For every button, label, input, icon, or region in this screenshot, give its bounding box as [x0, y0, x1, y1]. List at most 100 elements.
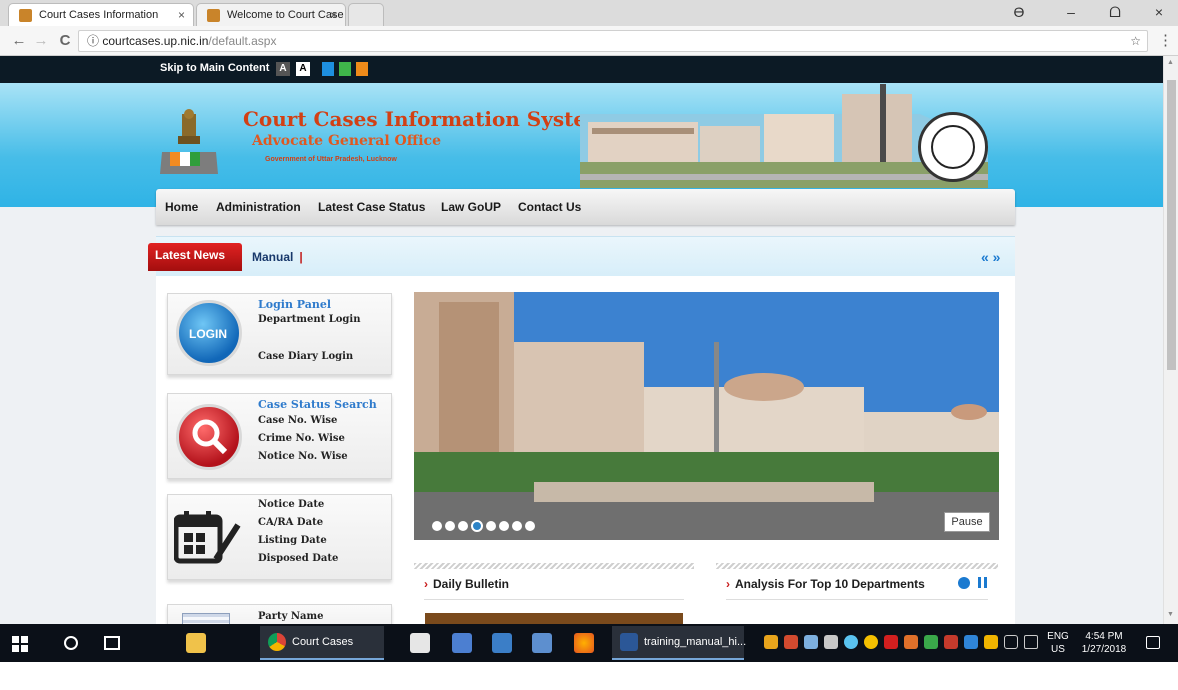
case-diary-login-link[interactable]: Case Diary Login [258, 351, 353, 362]
system-clock[interactable]: 4:54 PM 1/27/2018 [1076, 630, 1132, 656]
slide-dot[interactable] [445, 520, 455, 531]
skip-to-main-content-link[interactable]: Skip to Main Content [160, 62, 269, 74]
slide-dot-active[interactable] [471, 519, 483, 532]
nav-law-goup[interactable]: Law GoUP [441, 200, 501, 214]
notepad-icon[interactable] [410, 633, 430, 653]
tray-app-icon[interactable] [964, 635, 978, 649]
tray-app-icon[interactable] [804, 635, 818, 649]
play-icon[interactable] [958, 577, 970, 589]
slide-dot[interactable] [458, 520, 468, 531]
tab-welcome-court-case[interactable]: Welcome to Court Case × [196, 3, 346, 26]
font-size-a-contrast-button[interactable]: A [296, 62, 310, 76]
tray-app-icon[interactable] [764, 635, 778, 649]
theme-orange-swatch[interactable] [356, 62, 368, 76]
case-status-search-card: Case Status Search Case No. Wise Crime N… [167, 393, 392, 479]
calendar-icon[interactable] [174, 509, 244, 569]
tray-app-icon[interactable] [884, 635, 898, 649]
browser-menu-icon[interactable]: ⋮ [1158, 31, 1173, 49]
slide-dot[interactable] [499, 520, 509, 531]
font-size-a-button[interactable]: A [276, 62, 290, 76]
slide-dot[interactable] [432, 520, 442, 531]
bulletin-image [425, 613, 683, 624]
app-icon[interactable] [532, 633, 552, 653]
theme-green-swatch[interactable] [339, 62, 351, 76]
back-button[interactable]: ← [10, 31, 28, 51]
tray-app-icon[interactable] [984, 635, 998, 649]
document-icon[interactable] [182, 613, 230, 624]
tab-court-cases-information[interactable]: Court Cases Information × [8, 3, 194, 26]
reload-button[interactable]: C [56, 31, 74, 51]
taskbar-chrome-task[interactable]: Court Cases Inform... [260, 626, 384, 680]
daily-bulletin-label: Daily Bulletin [433, 577, 510, 591]
tray-app-icon[interactable] [864, 635, 878, 649]
language-indicator[interactable]: ENG US [1044, 630, 1072, 656]
login-icon-label: LOGIN [189, 327, 227, 341]
notice-no-wise-link[interactable]: Notice No. Wise [258, 451, 348, 462]
party-name-link[interactable]: Party Name [258, 611, 323, 622]
tab-label: Welcome to Court Case [227, 9, 344, 21]
scroll-up-icon[interactable]: ▲ [1167, 59, 1174, 66]
task-view-icon[interactable] [104, 636, 120, 650]
windows-taskbar: Court Cases Inform... training_manual_hi… [0, 624, 1178, 680]
network-app-icon[interactable] [452, 633, 472, 653]
scroll-thumb[interactable] [1167, 80, 1176, 370]
date-search-card: Notice Date CA/RA Date Listing Date Disp… [167, 494, 392, 580]
new-tab-button[interactable] [348, 3, 384, 26]
case-no-wise-link[interactable]: Case No. Wise [258, 415, 337, 426]
scroll-down-icon[interactable]: ▼ [1167, 611, 1174, 618]
maximize-button[interactable]: ᗝ [1098, 0, 1132, 26]
volume-icon[interactable] [1024, 635, 1038, 649]
magnifier-icon[interactable] [176, 404, 242, 470]
profile-icon[interactable]: ϴ [1002, 0, 1036, 26]
close-tab-icon[interactable]: × [330, 4, 337, 26]
news-manual-link[interactable]: Manual [252, 250, 293, 264]
windows-start-icon[interactable] [12, 636, 28, 652]
taskbar-word-task[interactable]: training_manual_hi... [612, 626, 746, 660]
nav-latest-case-status[interactable]: Latest Case Status [318, 200, 425, 214]
forward-button[interactable]: → [32, 31, 50, 51]
slide-dot[interactable] [512, 520, 522, 531]
crime-no-wise-link[interactable]: Crime No. Wise [258, 433, 345, 444]
nav-administration[interactable]: Administration [216, 200, 301, 214]
national-emblem-icon [160, 109, 218, 174]
party-search-card: Party Name [167, 604, 392, 624]
app-icon[interactable] [492, 633, 512, 653]
disposed-date-link[interactable]: Disposed Date [258, 553, 338, 564]
news-scroll-controls[interactable]: « » [981, 249, 1000, 265]
site-info-icon[interactable]: ⓘ [87, 34, 99, 48]
tray-app-icon[interactable] [904, 635, 918, 649]
nav-contact-us[interactable]: Contact Us [518, 200, 581, 214]
login-icon[interactable]: LOGIN [176, 300, 242, 366]
slide-dot[interactable] [525, 520, 535, 531]
search-icon[interactable] [64, 636, 78, 650]
listing-date-link[interactable]: Listing Date [258, 535, 327, 546]
network-icon[interactable] [1004, 635, 1018, 649]
ca-ra-date-link[interactable]: CA/RA Date [258, 517, 323, 528]
pause-icon-bar [984, 577, 987, 588]
file-explorer-icon[interactable] [186, 633, 206, 653]
slide-dot[interactable] [486, 520, 496, 531]
action-center-icon[interactable] [1146, 636, 1160, 649]
notice-date-link[interactable]: Notice Date [258, 499, 324, 510]
close-window-button[interactable]: × [1142, 0, 1176, 26]
tray-app-icon[interactable] [824, 635, 838, 649]
department-login-link[interactable]: Department Login [258, 314, 360, 325]
login-panel-title: Login Panel [258, 298, 332, 311]
news-ticker: Manual | [252, 250, 303, 264]
minimize-button[interactable]: – [1054, 0, 1088, 26]
language-code: ENG [1047, 631, 1069, 642]
tray-app-icon[interactable] [844, 635, 858, 649]
close-tab-icon[interactable]: × [178, 4, 185, 26]
theme-blue-swatch[interactable] [322, 62, 334, 76]
tray-app-icon[interactable] [784, 635, 798, 649]
slideshow-pause-button[interactable]: Pause [944, 512, 990, 532]
address-bar[interactable]: ⓘ courtcases.up.nic.in/default.aspx ☆ [78, 30, 1148, 52]
tray-app-icon[interactable] [924, 635, 938, 649]
firefox-icon[interactable] [574, 633, 594, 653]
tray-app-icon[interactable] [944, 635, 958, 649]
bookmark-star-icon[interactable]: ☆ [1130, 31, 1141, 51]
divider [424, 599, 684, 600]
page-scrollbar[interactable]: ▲ ▼ [1163, 56, 1178, 624]
pause-icon[interactable] [978, 577, 981, 588]
nav-home[interactable]: Home [165, 200, 198, 214]
